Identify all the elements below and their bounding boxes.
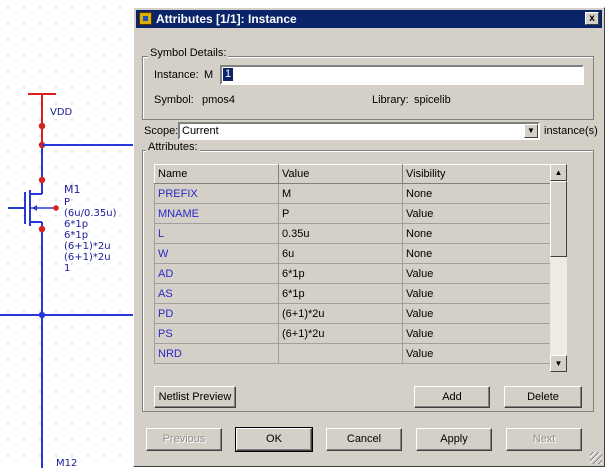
symbol-details-legend: Symbol Details:	[148, 47, 229, 59]
symbol-label: Symbol:	[154, 94, 194, 106]
attr-value-cell[interactable]: P	[278, 203, 403, 224]
attr-value-cell[interactable]: 6*1p	[278, 283, 403, 304]
attr-value-cell[interactable]	[278, 343, 403, 364]
scroll-up-button[interactable]: ▲	[550, 164, 567, 181]
table-row[interactable]: AD 6*1p Value	[154, 263, 551, 284]
instance-label: Instance:	[154, 69, 199, 81]
instance-input-value: 1	[223, 68, 234, 81]
app-icon	[139, 12, 152, 25]
attr-value-cell[interactable]: 6u	[278, 243, 403, 264]
attr-visibility-cell[interactable]: Value	[402, 323, 551, 344]
dialog-titlebar[interactable]: Attributes [1/1]: Instance x	[136, 10, 602, 28]
column-header-value[interactable]: Value	[278, 164, 403, 184]
bottom-component-label: M12	[56, 458, 78, 469]
attr-visibility-cell[interactable]: Value	[402, 343, 551, 364]
table-row[interactable]: NRD Value	[154, 343, 551, 364]
attr-name-cell[interactable]: MNAME	[154, 203, 279, 224]
attr-value-cell[interactable]: 6*1p	[278, 263, 403, 284]
instance-input[interactable]: 1	[220, 65, 584, 85]
scope-label: Scope:	[144, 125, 179, 137]
attr-value-cell[interactable]: (6+1)*2u	[278, 303, 403, 324]
column-header-visibility[interactable]: Visibility	[402, 164, 551, 184]
attr-visibility-cell[interactable]: Value	[402, 283, 551, 304]
scope-select[interactable]: Current ▼	[178, 122, 540, 140]
attr-visibility-cell[interactable]: None	[402, 223, 551, 244]
attr-name-cell[interactable]: AS	[154, 283, 279, 304]
scroll-down-button[interactable]: ▼	[550, 355, 567, 372]
attr-name-cell[interactable]: W	[154, 243, 279, 264]
component-attr-line: 6*1p	[64, 219, 89, 230]
attr-value-cell[interactable]: (6+1)*2u	[278, 323, 403, 344]
table-row[interactable]: PS (6+1)*2u Value	[154, 323, 551, 344]
apply-button[interactable]: Apply	[416, 428, 492, 451]
netlist-preview-button[interactable]: Netlist Preview	[154, 386, 236, 408]
component-attr-line: 1	[64, 263, 71, 274]
attr-value-cell[interactable]: M	[278, 183, 403, 204]
ok-button[interactable]: OK	[235, 427, 313, 452]
component-attr-line: (6+1)*2u	[64, 252, 111, 263]
close-button[interactable]: x	[585, 12, 599, 25]
scope-suffix: instance(s)	[544, 125, 598, 137]
table-vertical-scrollbar[interactable]: ▲ ▼	[550, 164, 567, 372]
scroll-thumb[interactable]	[550, 181, 567, 257]
next-button[interactable]: Next	[506, 428, 582, 451]
attr-visibility-cell[interactable]: Value	[402, 303, 551, 324]
table-header-row: Name Value Visibility	[154, 164, 551, 184]
attr-name-cell[interactable]: AD	[154, 263, 279, 284]
attr-visibility-cell[interactable]: Value	[402, 263, 551, 284]
attr-name-cell[interactable]: L	[154, 223, 279, 244]
symbol-value: pmos4	[202, 94, 236, 106]
component-name: M1	[64, 183, 81, 196]
attr-name-cell[interactable]: NRD	[154, 343, 279, 364]
attr-name-cell[interactable]: PD	[154, 303, 279, 324]
attributes-legend: Attributes:	[146, 141, 200, 153]
table-row[interactable]: PD (6+1)*2u Value	[154, 303, 551, 324]
instance-prefix: M	[204, 69, 214, 81]
component-attributes: P (6u/0.35u) 6*1p 6*1p (6+1)*2u (6+1)*2u…	[64, 197, 116, 274]
delete-button[interactable]: Delete	[504, 386, 582, 408]
table-row[interactable]: MNAME P Value	[154, 203, 551, 224]
scope-dropdown-button[interactable]: ▼	[524, 124, 538, 138]
component-attr-line: P	[64, 197, 71, 208]
attr-visibility-cell[interactable]: None	[402, 243, 551, 264]
attr-name-cell[interactable]: PS	[154, 323, 279, 344]
attributes-table: Name Value Visibility PREFIX M None MNAM…	[154, 164, 551, 364]
table-row[interactable]: W 6u None	[154, 243, 551, 264]
attr-name-cell[interactable]: PREFIX	[154, 183, 279, 204]
scope-select-value: Current	[182, 125, 219, 137]
attr-visibility-cell[interactable]: Value	[402, 203, 551, 224]
table-row[interactable]: AS 6*1p Value	[154, 283, 551, 304]
vdd-label: VDD	[50, 107, 73, 118]
resize-grip-icon[interactable]	[590, 452, 602, 464]
component-attr-line: (6u/0.35u)	[64, 208, 117, 219]
attr-value-cell[interactable]: 0.35u	[278, 223, 403, 244]
add-button[interactable]: Add	[414, 386, 490, 408]
attributes-dialog: Attributes [1/1]: Instance x Symbol Deta…	[133, 7, 605, 467]
previous-button[interactable]: Previous	[146, 428, 222, 451]
library-label: Library:	[372, 94, 409, 106]
cancel-button[interactable]: Cancel	[326, 428, 402, 451]
attr-visibility-cell[interactable]: None	[402, 183, 551, 204]
component-attr-line: (6+1)*2u	[64, 241, 111, 252]
dialog-title: Attributes [1/1]: Instance	[156, 12, 297, 26]
library-value: spicelib	[414, 94, 451, 106]
column-header-name[interactable]: Name	[154, 164, 279, 184]
component-attr-line: 6*1p	[64, 230, 89, 241]
table-row[interactable]: PREFIX M None	[154, 183, 551, 204]
table-row[interactable]: L 0.35u None	[154, 223, 551, 244]
